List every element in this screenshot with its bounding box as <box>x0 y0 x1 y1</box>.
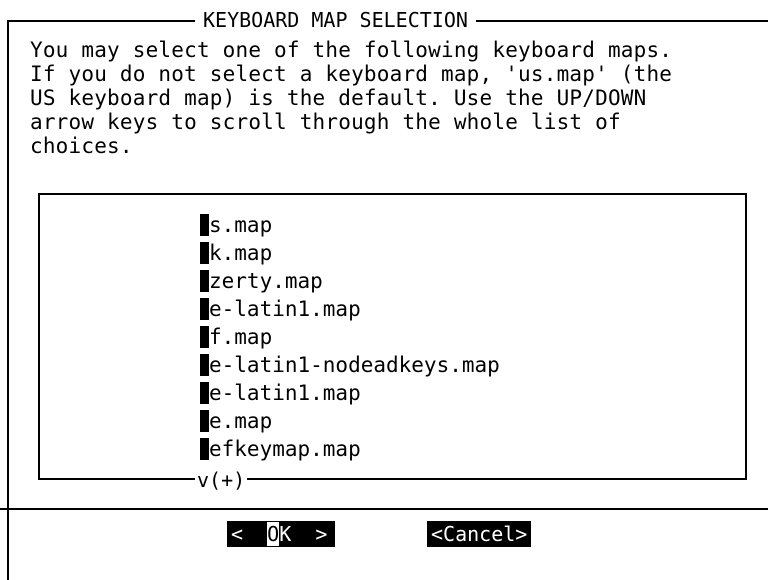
list-item-label: k.map <box>209 241 273 265</box>
ok-button[interactable]: < OK > <box>227 521 335 547</box>
list-item-label: e-latin1.map <box>209 381 361 405</box>
hotkey-highlight: u <box>200 214 209 236</box>
list-item[interactable]: d efkeymap.map <box>200 435 500 463</box>
scroll-more-indicator: v(+) <box>195 468 248 492</box>
list-item-label: e-latin1-nodeadkeys.map <box>209 353 500 377</box>
hotkey-highlight: d <box>200 410 209 432</box>
dialog-description: You may select one of the following keyb… <box>30 38 673 158</box>
list-item[interactable]: a zerty.map <box>200 267 500 295</box>
list-item-label: zerty.map <box>209 269 323 293</box>
list-item[interactable]: u k.map <box>200 239 500 267</box>
list-item-label: e.map <box>209 409 273 433</box>
ok-left-bracket: < <box>231 522 244 546</box>
list-item[interactable]: b e-latin1.map <box>200 295 500 323</box>
hotkey-highlight: a <box>200 270 209 292</box>
keyboard-map-listbox[interactable]: u s.map u k.map a zerty.map b e-latin1.map c… <box>38 193 747 480</box>
hotkey-highlight: d <box>200 354 209 376</box>
list-item-label: e-latin1.map <box>209 297 361 321</box>
dialog-title: KEYBOARD MAP SELECTION <box>195 8 476 32</box>
list-item-label: efkeymap.map <box>209 437 361 461</box>
keyboard-map-list: u s.map u k.map a zerty.map b e-latin1.map c… <box>200 211 500 463</box>
hotkey-highlight: u <box>200 242 209 264</box>
ok-label-rest: K <box>279 522 292 546</box>
ok-right-bracket: > <box>315 522 328 546</box>
hotkey-highlight: d <box>200 382 209 404</box>
cancel-button[interactable]: <Cancel> <box>427 521 532 547</box>
list-item[interactable]: c f.map <box>200 323 500 351</box>
list-item-label: s.map <box>209 213 273 237</box>
list-item[interactable]: d e-latin1.map <box>200 379 500 407</box>
button-divider <box>0 508 768 510</box>
list-item[interactable]: d e.map <box>200 407 500 435</box>
list-item[interactable]: d e-latin1-nodeadkeys.map <box>200 351 500 379</box>
list-item[interactable]: u s.map <box>200 211 500 239</box>
hotkey-highlight: d <box>200 438 209 460</box>
ok-hotkey: O <box>267 522 280 546</box>
list-item-label: f.map <box>209 325 273 349</box>
hotkey-highlight: b <box>200 298 209 320</box>
hotkey-highlight: c <box>200 326 209 348</box>
